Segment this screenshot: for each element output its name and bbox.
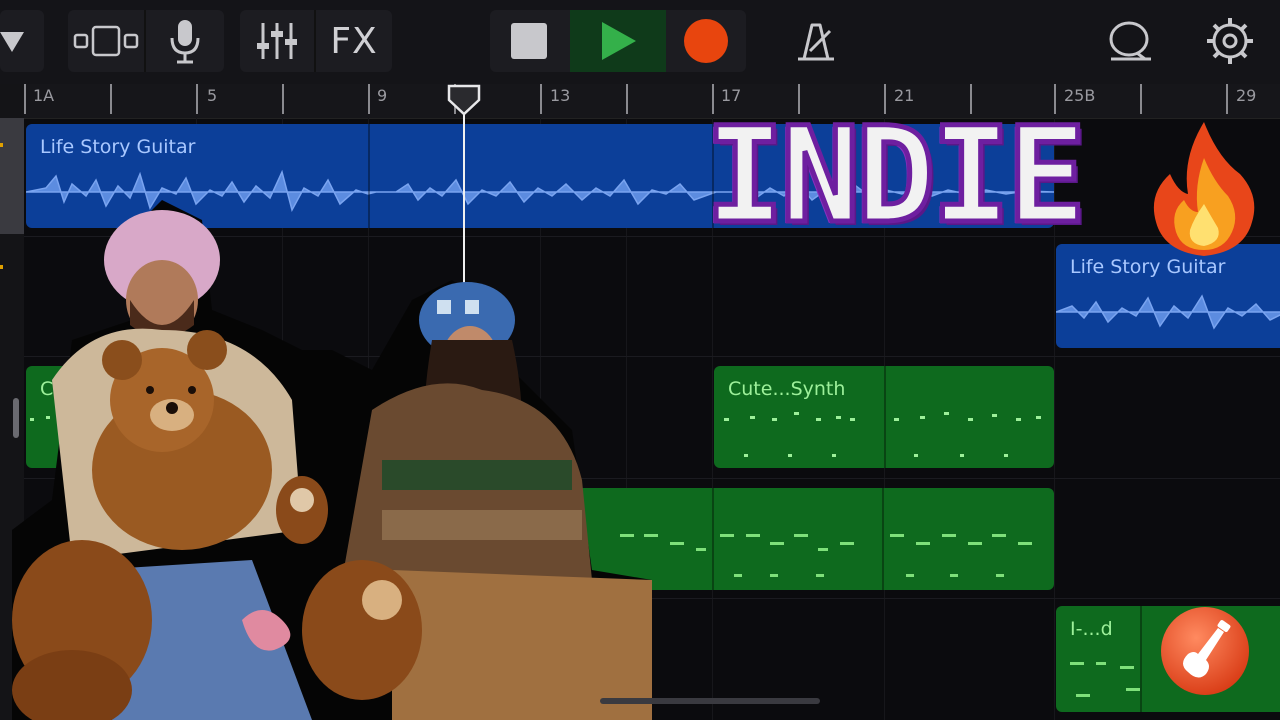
play-icon (602, 22, 636, 60)
stop-button[interactable] (490, 10, 568, 72)
settings-button[interactable] (1200, 10, 1260, 72)
ruler-label: 9 (377, 86, 388, 105)
record-button[interactable] (666, 10, 746, 72)
region-title: Life Story Guitar (40, 136, 196, 158)
midi-region-cute-synth[interactable]: Cute...Synth (714, 366, 1054, 468)
mixer-button[interactable] (240, 10, 314, 72)
loop-browser-button[interactable] (1100, 10, 1160, 72)
browser-dropdown-icon (0, 32, 24, 52)
loop-icon (1109, 21, 1151, 61)
garageband-app-icon (1161, 607, 1249, 695)
metronome-icon (798, 23, 834, 61)
ruler-label: 13 (550, 86, 571, 105)
metronome-button[interactable] (788, 10, 844, 72)
browser-button[interactable] (0, 10, 44, 72)
audio-region-life-story-guitar[interactable]: Life Story Guitar (1056, 244, 1280, 348)
microphone-button[interactable] (146, 10, 224, 72)
artists-with-teddy-bears-photo (12, 200, 652, 720)
fire-emoji-icon (1153, 122, 1255, 256)
microphone-icon (170, 20, 200, 64)
control-bar: FX (0, 0, 1280, 84)
horizontal-scrollbar[interactable] (600, 698, 820, 704)
track-indicator (0, 265, 3, 269)
fx-button[interactable]: FX (316, 10, 392, 72)
playhead-handle-icon[interactable] (447, 84, 481, 116)
play-button[interactable] (570, 10, 666, 72)
tracks-view-button[interactable] (68, 10, 144, 72)
ruler-label: 1A (33, 86, 55, 105)
mixer-group: FX (240, 10, 392, 72)
record-icon (684, 19, 728, 63)
transport-group (490, 10, 746, 72)
ruler-label: 29 (1236, 86, 1257, 105)
mixer-icon (257, 23, 297, 59)
stop-icon (511, 23, 547, 59)
view-group (68, 10, 224, 72)
fx-icon: FX (330, 20, 378, 62)
thumbnail-title: INDIE (703, 97, 1089, 256)
region-title: Life Story Guitar (1070, 256, 1226, 278)
settings-gear-icon (1207, 18, 1253, 64)
track-indicator (0, 143, 3, 147)
tracks-view-icon (73, 25, 139, 57)
ruler-label: 5 (207, 86, 218, 105)
waveform (1056, 294, 1280, 330)
